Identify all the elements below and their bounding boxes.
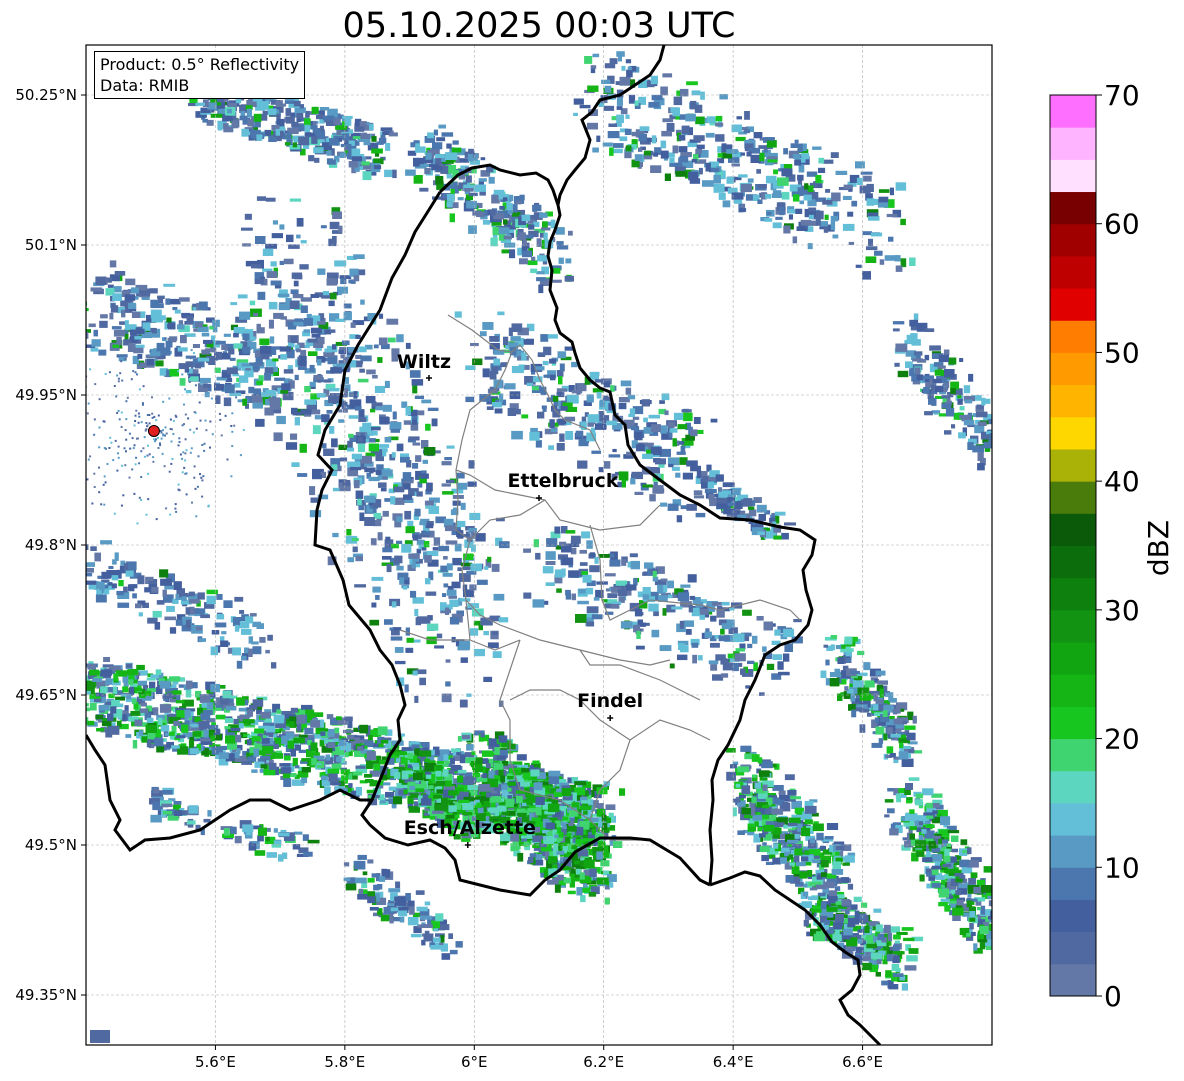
colorbar-swatch bbox=[1050, 191, 1096, 225]
city-marker bbox=[464, 842, 471, 848]
colorbar-tick-label: 20 bbox=[1104, 723, 1140, 756]
colorbar-swatch bbox=[1050, 481, 1096, 514]
city-marker bbox=[425, 375, 432, 381]
product-label: Product: 0.5° Reflectivity bbox=[100, 55, 300, 74]
colorbar-swatch bbox=[1050, 448, 1096, 482]
city-label: Esch/Alzette bbox=[404, 817, 536, 839]
lon-tick-label: 6°E bbox=[461, 1053, 488, 1071]
lon-tick-label: 5.6°E bbox=[195, 1053, 236, 1071]
radar-map-figure: 5.6°E 5.8°E 6°E 6.2°E 6.4°E 6.6°E 50.25°N 50.1°… bbox=[15, 44, 1175, 1071]
colorbar-swatch bbox=[1050, 609, 1096, 643]
colorbar-swatch bbox=[1050, 384, 1096, 418]
lat-tick-label: 49.95°N bbox=[15, 386, 77, 404]
colorbar-swatch bbox=[1050, 963, 1096, 997]
lat-tick-label: 49.8°N bbox=[25, 536, 77, 554]
colorbar-label: dBZ bbox=[1142, 520, 1175, 576]
colorbar-swatch bbox=[1050, 738, 1096, 772]
colorbar-swatch bbox=[1050, 127, 1096, 160]
colorbar-swatch bbox=[1050, 545, 1096, 579]
reflectivity-echoes bbox=[86, 51, 992, 1043]
colorbar-swatch bbox=[1050, 706, 1096, 740]
city-label: Findel bbox=[577, 690, 643, 712]
colorbar-swatch bbox=[1050, 835, 1096, 868]
colorbar-swatch bbox=[1050, 255, 1096, 289]
radar-site-marker bbox=[147, 425, 160, 437]
colorbar-tick-label: 10 bbox=[1104, 851, 1140, 884]
colorbar: 0 10 20 30 40 50 60 70 dBZ bbox=[1049, 79, 1175, 1013]
colorbar-swatch bbox=[1050, 416, 1096, 450]
product-info-box: Product: 0.5° Reflectivity Data: RMIB bbox=[94, 51, 306, 99]
lon-tick-label: 6.6°E bbox=[842, 1053, 883, 1071]
colorbar-swatches bbox=[1050, 95, 1096, 997]
city-label: Wiltz bbox=[397, 351, 451, 373]
colorbar-swatch bbox=[1050, 288, 1096, 321]
radar-site-icon bbox=[147, 425, 160, 437]
lat-tick-label: 49.35°N bbox=[15, 986, 77, 1004]
colorbar-swatch bbox=[1050, 352, 1096, 386]
lat-tick-label: 50.1°N bbox=[25, 236, 77, 254]
data-source-label: Data: RMIB bbox=[100, 76, 190, 95]
colorbar-swatch bbox=[1050, 95, 1096, 128]
colorbar-tick-label: 50 bbox=[1104, 336, 1140, 369]
colorbar-tick-label: 0 bbox=[1104, 980, 1122, 1013]
colorbar-swatch bbox=[1050, 513, 1096, 546]
lat-lon-gridlines bbox=[86, 45, 992, 1045]
colorbar-tick-label: 60 bbox=[1104, 208, 1140, 241]
colorbar-swatch bbox=[1050, 320, 1096, 353]
lat-tick-label: 49.5°N bbox=[25, 836, 77, 854]
lat-tick-label: 49.65°N bbox=[15, 686, 77, 704]
colorbar-swatch bbox=[1050, 674, 1096, 707]
colorbar-tick-label: 70 bbox=[1104, 79, 1140, 112]
colorbar-swatch bbox=[1050, 867, 1096, 900]
lat-tick-label: 50.25°N bbox=[15, 86, 77, 104]
city-marker bbox=[536, 495, 542, 501]
city-marker bbox=[607, 715, 614, 721]
colorbar-swatch bbox=[1050, 931, 1096, 965]
colorbar-swatch bbox=[1050, 802, 1096, 836]
colorbar-swatch bbox=[1050, 159, 1096, 193]
lon-tick-label: 6.2°E bbox=[583, 1053, 624, 1071]
colorbar-swatch bbox=[1050, 223, 1096, 257]
colorbar-swatch bbox=[1050, 770, 1096, 804]
lon-tick-label: 5.8°E bbox=[324, 1053, 365, 1071]
colorbar-tick-label: 30 bbox=[1104, 594, 1140, 627]
colorbar-tick-label: 40 bbox=[1104, 465, 1140, 498]
colorbar-ticks: 0 10 20 30 40 50 60 70 bbox=[1096, 79, 1140, 1013]
colorbar-swatch bbox=[1050, 642, 1096, 675]
city-label: Ettelbruck bbox=[508, 470, 619, 492]
colorbar-swatch bbox=[1050, 577, 1096, 611]
lon-tick-label: 6.4°E bbox=[713, 1053, 754, 1071]
colorbar-swatch bbox=[1050, 899, 1096, 933]
